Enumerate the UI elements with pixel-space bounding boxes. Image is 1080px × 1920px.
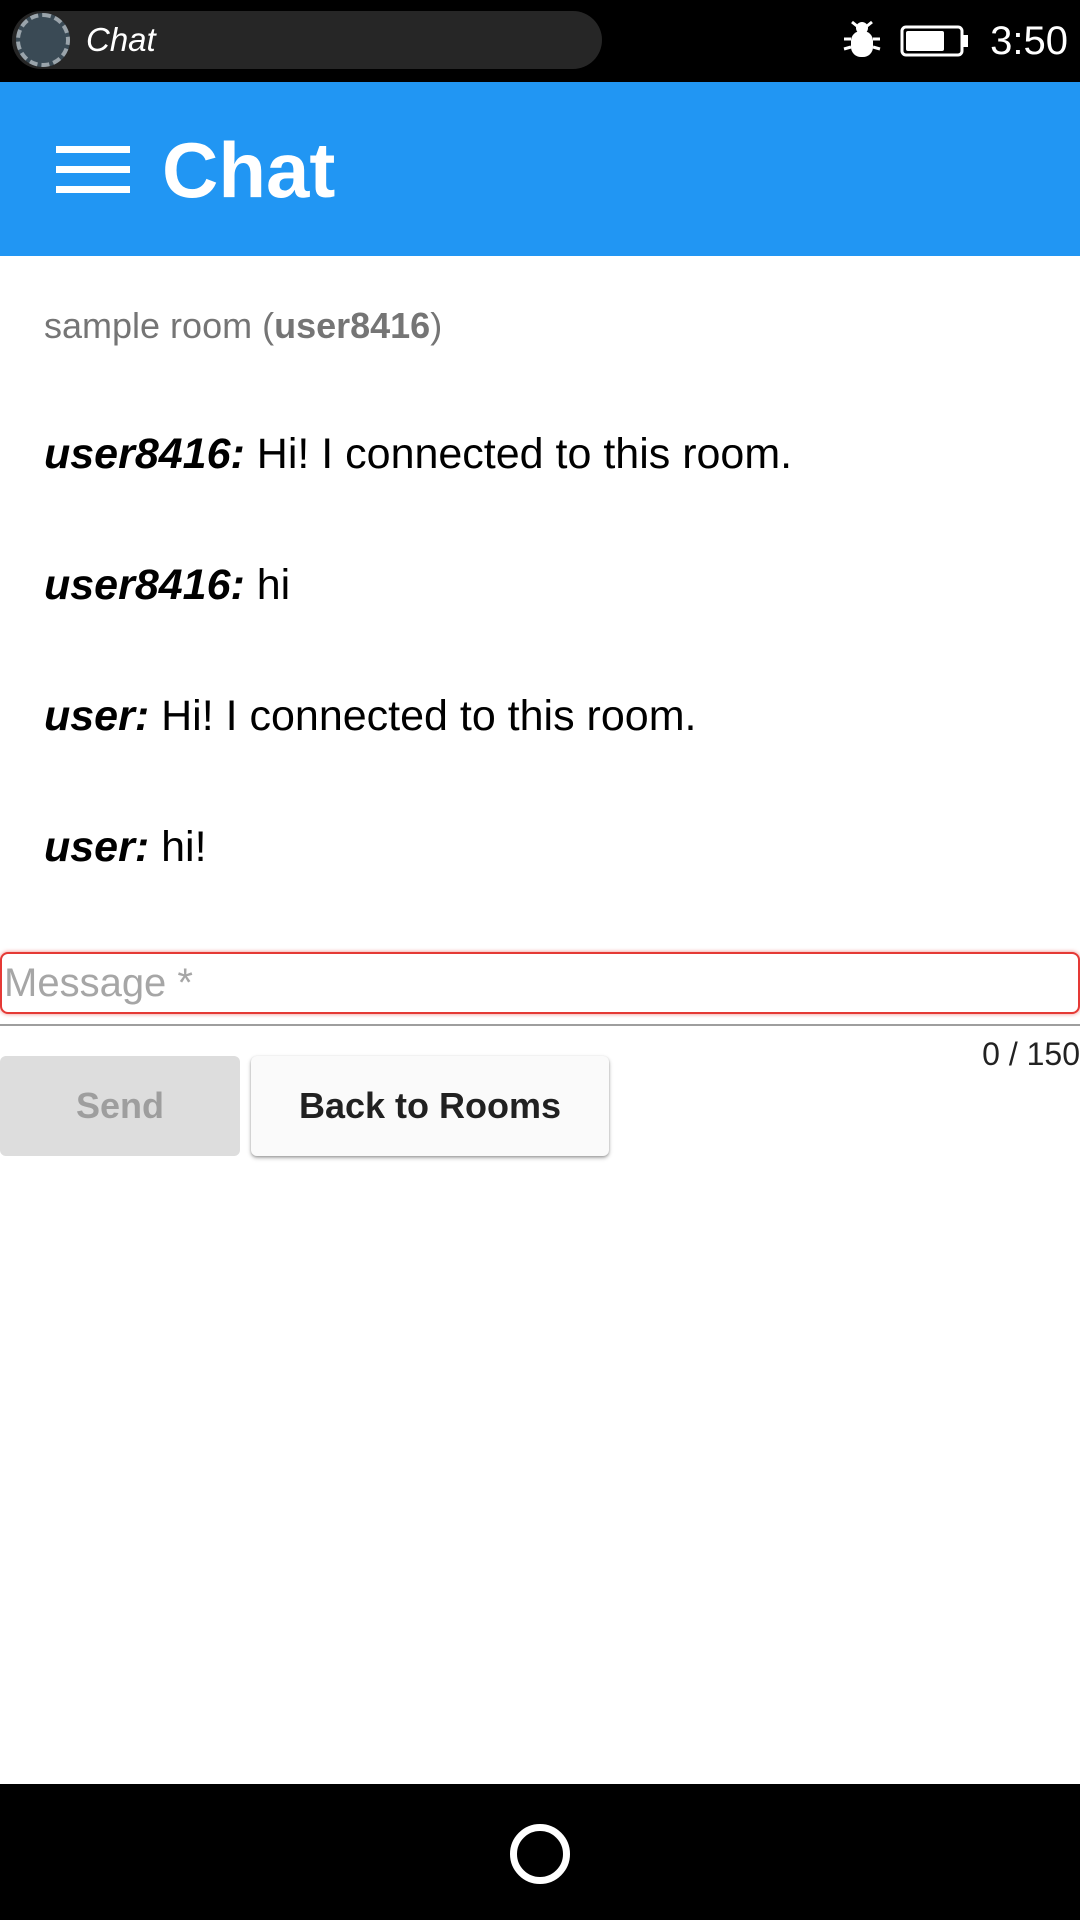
notification-title: Chat — [86, 21, 156, 58]
menu-button[interactable] — [44, 132, 140, 206]
room-user: user8416 — [274, 305, 431, 346]
message-author: user: — [44, 692, 150, 740]
message-item: user: hi! — [44, 819, 207, 875]
navigation-bar — [0, 1784, 1080, 1920]
message-item: user8416: hi — [44, 557, 290, 613]
status-icons: 3:50 — [840, 14, 1068, 68]
status-bar: Chat 3:50 — [0, 0, 1080, 82]
home-circle-icon[interactable] — [510, 1824, 570, 1884]
message-text: Hi! I connected to this room. — [244, 430, 793, 478]
message-text: hi — [244, 561, 291, 609]
back-to-rooms-button[interactable]: Back to Rooms — [251, 1056, 609, 1156]
message-author: user: — [44, 823, 150, 871]
input-underline — [0, 1024, 1080, 1026]
app-bar: Chat — [0, 82, 1080, 256]
room-name: sample room — [44, 305, 253, 346]
send-button[interactable]: Send — [0, 1056, 240, 1156]
avatar-icon — [16, 13, 70, 67]
message-item: user8416: Hi! I connected to this room. — [44, 426, 792, 482]
app-title: Chat — [162, 126, 336, 214]
message-text: Hi! I connected to this room. — [149, 692, 697, 740]
message-input[interactable] — [0, 952, 1080, 1014]
message-text: hi! — [149, 823, 207, 871]
message-item: user: Hi! I connected to this room. — [44, 688, 696, 744]
bug-icon — [843, 20, 881, 57]
notification-pill[interactable]: Chat — [12, 11, 602, 69]
clock: 3:50 — [990, 19, 1068, 63]
room-header: sample room (user8416) — [44, 305, 443, 346]
message-author: user8416: — [44, 430, 245, 478]
battery-icon — [900, 25, 969, 57]
message-author: user8416: — [44, 561, 245, 609]
character-counter: 0 / 150 — [982, 1036, 1080, 1072]
